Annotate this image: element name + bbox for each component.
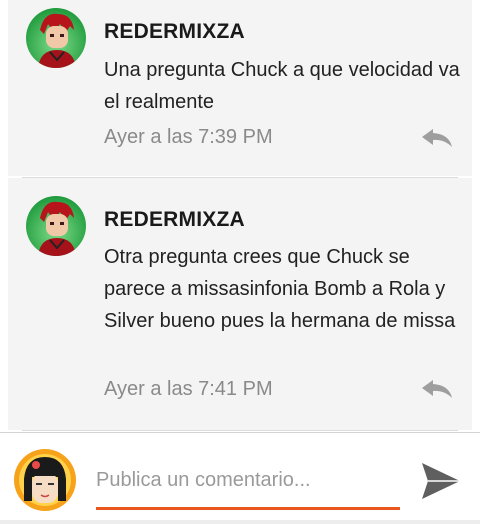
comment-author[interactable]: REDERMIXZA bbox=[104, 20, 245, 44]
comment-composer bbox=[0, 432, 480, 524]
comment-card: REDERMIXZA Otra pregunta crees que Chuck… bbox=[8, 178, 472, 430]
send-icon[interactable] bbox=[418, 459, 462, 503]
reply-icon[interactable] bbox=[420, 378, 454, 400]
current-user-avatar bbox=[14, 449, 76, 511]
author-avatar[interactable] bbox=[26, 196, 86, 256]
comment-divider bbox=[22, 430, 458, 431]
reply-icon[interactable] bbox=[420, 127, 454, 149]
comment-timestamp: Ayer a las 7:39 PM bbox=[104, 126, 273, 148]
comment-author[interactable]: REDERMIXZA bbox=[104, 208, 245, 232]
comment-text: Otra pregunta crees que Chuck se parece … bbox=[104, 246, 456, 332]
comment-text: Una pregunta Chuck a que velocidad va el… bbox=[104, 59, 460, 113]
author-avatar[interactable] bbox=[26, 8, 86, 68]
comment-timestamp: Ayer a las 7:41 PM bbox=[104, 378, 273, 400]
comment-input[interactable] bbox=[96, 463, 396, 497]
comment-feed: REDERMIXZA Una pregunta Chuck a que velo… bbox=[0, 0, 480, 431]
input-underline bbox=[96, 507, 400, 510]
bottom-strip bbox=[0, 520, 480, 524]
comment-card: REDERMIXZA Una pregunta Chuck a que velo… bbox=[8, 0, 472, 176]
